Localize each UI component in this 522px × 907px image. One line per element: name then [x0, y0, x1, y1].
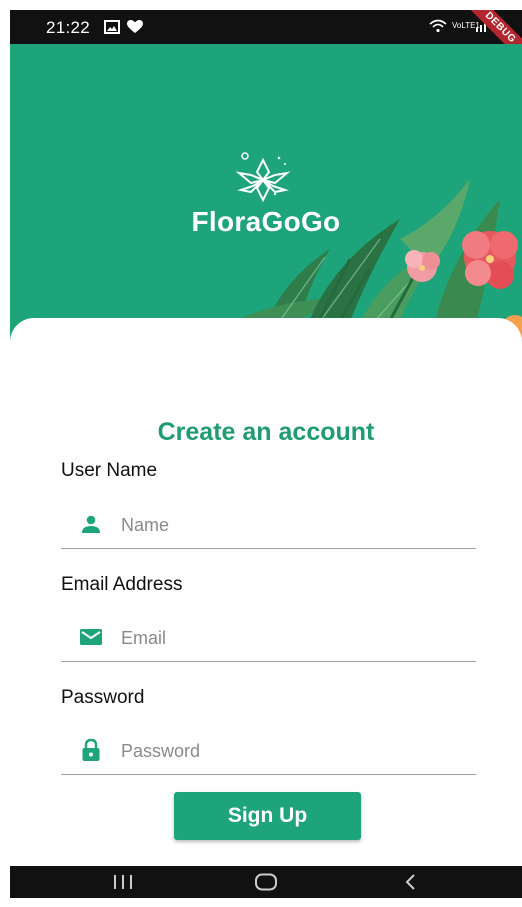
sign-up-button[interactable]: Sign Up — [174, 792, 361, 840]
image-notification-icon — [104, 19, 120, 34]
back-button[interactable] — [391, 870, 431, 894]
wifi-icon — [429, 19, 447, 32]
password-field — [61, 730, 476, 775]
password-label: Password — [61, 687, 145, 708]
network-label: VoLTE1 — [452, 20, 480, 30]
email-field — [61, 617, 476, 662]
username-input[interactable] — [119, 508, 463, 542]
status-time: 21:22 — [46, 18, 91, 37]
home-icon — [255, 873, 277, 891]
home-button[interactable] — [246, 870, 286, 894]
email-label: Email Address — [61, 574, 183, 595]
brand-header: FloraGoGo — [10, 44, 522, 344]
mail-icon — [80, 629, 102, 645]
form-title: Create an account — [157, 418, 375, 446]
signup-card: Create an account User Name Email Addres… — [10, 318, 522, 878]
lock-icon — [82, 738, 100, 761]
heart-notification-icon — [127, 20, 143, 33]
notification-icons — [104, 19, 144, 34]
recent-apps-button[interactable] — [103, 870, 143, 894]
username-label: User Name — [61, 460, 158, 481]
person-icon — [82, 515, 100, 533]
app-frame: 21:22 VoLTE1 DEBUG FloraGoGo Create an a… — [10, 10, 522, 898]
system-nav-bar — [10, 866, 522, 898]
password-input[interactable] — [119, 734, 463, 768]
email-input[interactable] — [119, 621, 463, 655]
status-bar: 21:22 VoLTE1 DEBUG — [10, 10, 522, 68]
recent-apps-icon — [114, 875, 132, 889]
back-icon — [405, 874, 415, 890]
username-field — [61, 504, 476, 549]
